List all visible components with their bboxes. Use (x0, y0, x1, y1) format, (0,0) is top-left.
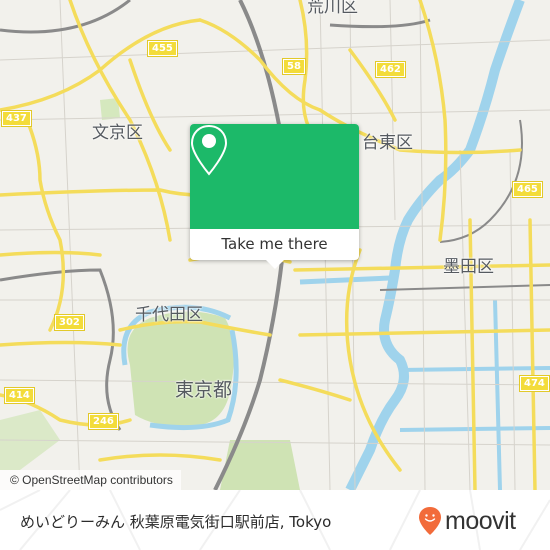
district-label: 文京区 (92, 123, 143, 143)
route-shield: 465 (512, 181, 543, 198)
osm-attribution[interactable]: © OpenStreetMap contributors (0, 470, 181, 490)
district-label: 荒川区 (307, 0, 358, 17)
route-shield: 455 (147, 40, 178, 57)
district-label: 千代田区 (135, 305, 203, 325)
route-shield: 414 (4, 387, 35, 404)
popup-arrow (266, 260, 284, 269)
moovit-wordmark: moovit (445, 507, 516, 535)
route-shield: 58 (282, 58, 306, 75)
route-shield: 474 (519, 375, 550, 392)
footer-bar: めいどりーみん 秋葉原電気街口駅前店, Tokyo moovit (0, 490, 550, 550)
district-label: 東京都 (175, 379, 233, 401)
route-shield: 302 (54, 314, 85, 331)
route-shield: 246 (88, 413, 119, 430)
location-popup: Take me there (190, 124, 359, 269)
district-label: 墨田区 (443, 257, 494, 277)
moovit-pin-icon (419, 507, 441, 535)
route-shield: 437 (1, 110, 32, 127)
route-shield: 462 (375, 61, 406, 78)
moovit-logo[interactable]: moovit (418, 506, 516, 536)
popup-header[interactable] (190, 124, 359, 229)
take-me-there-button[interactable]: Take me there (190, 229, 359, 260)
hama-rikyu-park (220, 440, 300, 490)
map-pin-icon (190, 124, 228, 176)
map-view[interactable]: 文京区 台東区 墨田区 千代田区 東京都 荒川区 455 437 58 462 … (0, 0, 550, 490)
district-label: 台東区 (362, 133, 413, 153)
place-title: めいどりーみん 秋葉原電気街口駅前店, Tokyo (20, 513, 332, 531)
imperial-palace-park (127, 311, 234, 427)
